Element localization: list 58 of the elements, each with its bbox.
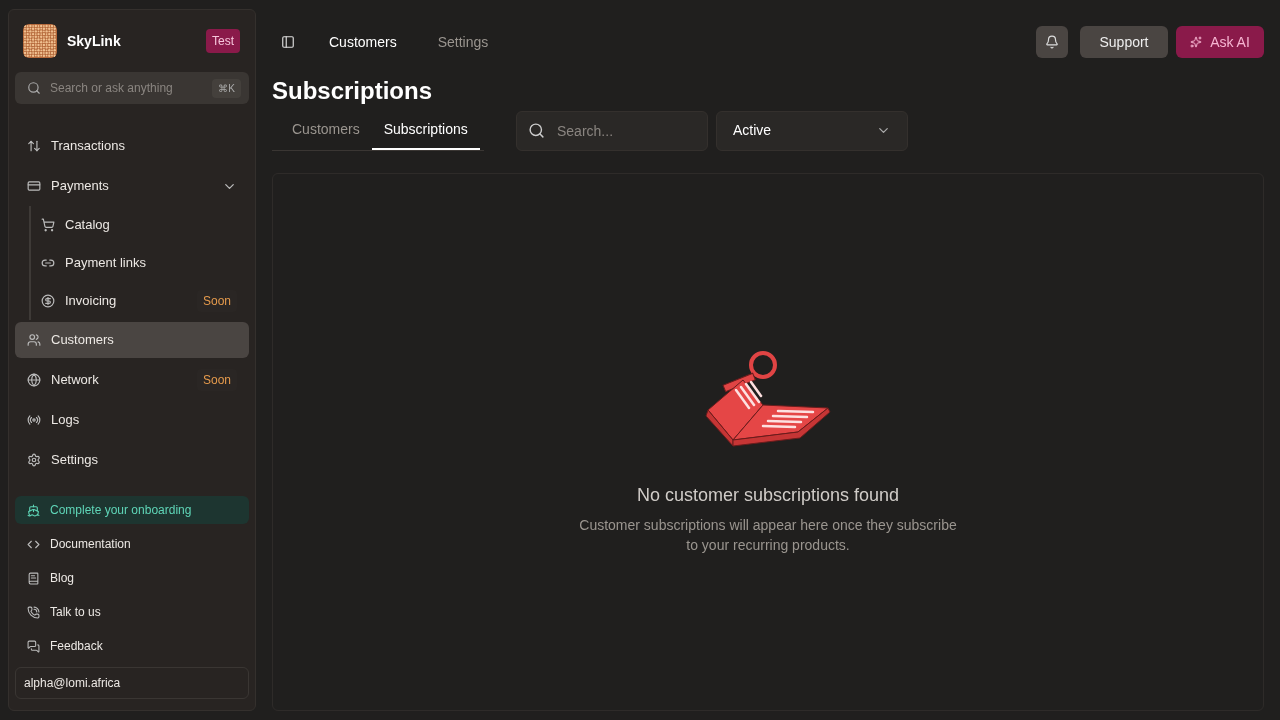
footer-link[interactable]: Documentation (15, 527, 249, 561)
ship-icon (27, 503, 40, 517)
nav-item[interactable]: Logs (15, 402, 249, 438)
nav-label: Transactions (51, 137, 125, 156)
nav-label: Logs (51, 411, 80, 430)
nav-subitem[interactable]: Payment links (31, 244, 249, 282)
breadcrumb-link[interactable]: Customers (329, 31, 397, 53)
test-badge: Test (206, 29, 240, 53)
nav-label: Catalog (65, 216, 110, 235)
sidebar-toggle-icon[interactable] (281, 35, 295, 49)
dollar-icon (41, 294, 55, 308)
link-icon (41, 256, 55, 270)
nav-label: Customers (51, 331, 114, 350)
page-title: Subscriptions (272, 76, 434, 106)
account-field[interactable]: alpha@lomi.africa (15, 667, 249, 699)
search-field[interactable]: Search... (516, 110, 708, 151)
bell-icon (1045, 35, 1059, 49)
tab[interactable]: Subscriptions (371, 110, 480, 150)
nav-item[interactable]: Settings (15, 442, 249, 478)
nav-item[interactable]: Transactions (15, 128, 249, 164)
onboarding-item[interactable]: Complete your onboarding (15, 496, 249, 524)
nav-label: Invoicing (65, 292, 117, 311)
footer-link[interactable]: Talk to us (15, 595, 249, 629)
book-icon (27, 571, 40, 585)
settings-icon (27, 453, 41, 467)
empty-message: Customer subscriptions will appear here once they subscribe to your recurring products. (578, 516, 958, 555)
support-button[interactable]: Support (1080, 26, 1168, 58)
ask-ai-button[interactable]: Ask AI (1176, 26, 1264, 58)
tab[interactable]: Customers (280, 110, 372, 150)
search-icon (27, 81, 41, 95)
search-icon (528, 121, 545, 139)
footer-link[interactable]: Feedback (15, 629, 249, 663)
nav-subitem[interactable]: Invoicing Soon (31, 282, 249, 320)
users-icon (27, 333, 41, 347)
phone-icon (27, 605, 40, 619)
nav-subitem[interactable]: Catalog (31, 206, 249, 244)
org-name: SkyLink (67, 31, 121, 51)
signal-icon (27, 413, 41, 427)
chat-icon (27, 639, 40, 653)
footer-link[interactable]: Blog (15, 561, 249, 595)
cart-icon (41, 218, 55, 232)
nav-item[interactable]: Customers (15, 322, 249, 358)
nav-label: Settings (51, 451, 98, 470)
nav-label: Network (51, 371, 99, 390)
empty-title: No customer subscriptions found (636, 484, 900, 507)
breadcrumb-link[interactable]: Settings (437, 31, 489, 53)
arrows-icon (27, 139, 41, 153)
nav-label: Payment links (65, 254, 146, 273)
nav-label: Payments (51, 177, 109, 196)
sparkles-icon (1190, 36, 1203, 48)
notifications-button[interactable] (1036, 26, 1068, 58)
shortcut-key: ⌘K (212, 79, 241, 98)
nav-item[interactable]: Network Soon (15, 362, 249, 398)
status-dropdown[interactable]: Active (716, 110, 908, 151)
globe-icon (27, 373, 41, 387)
nav-item[interactable]: Payments (15, 168, 249, 204)
card-icon (27, 179, 41, 193)
logo-icon (23, 24, 57, 58)
